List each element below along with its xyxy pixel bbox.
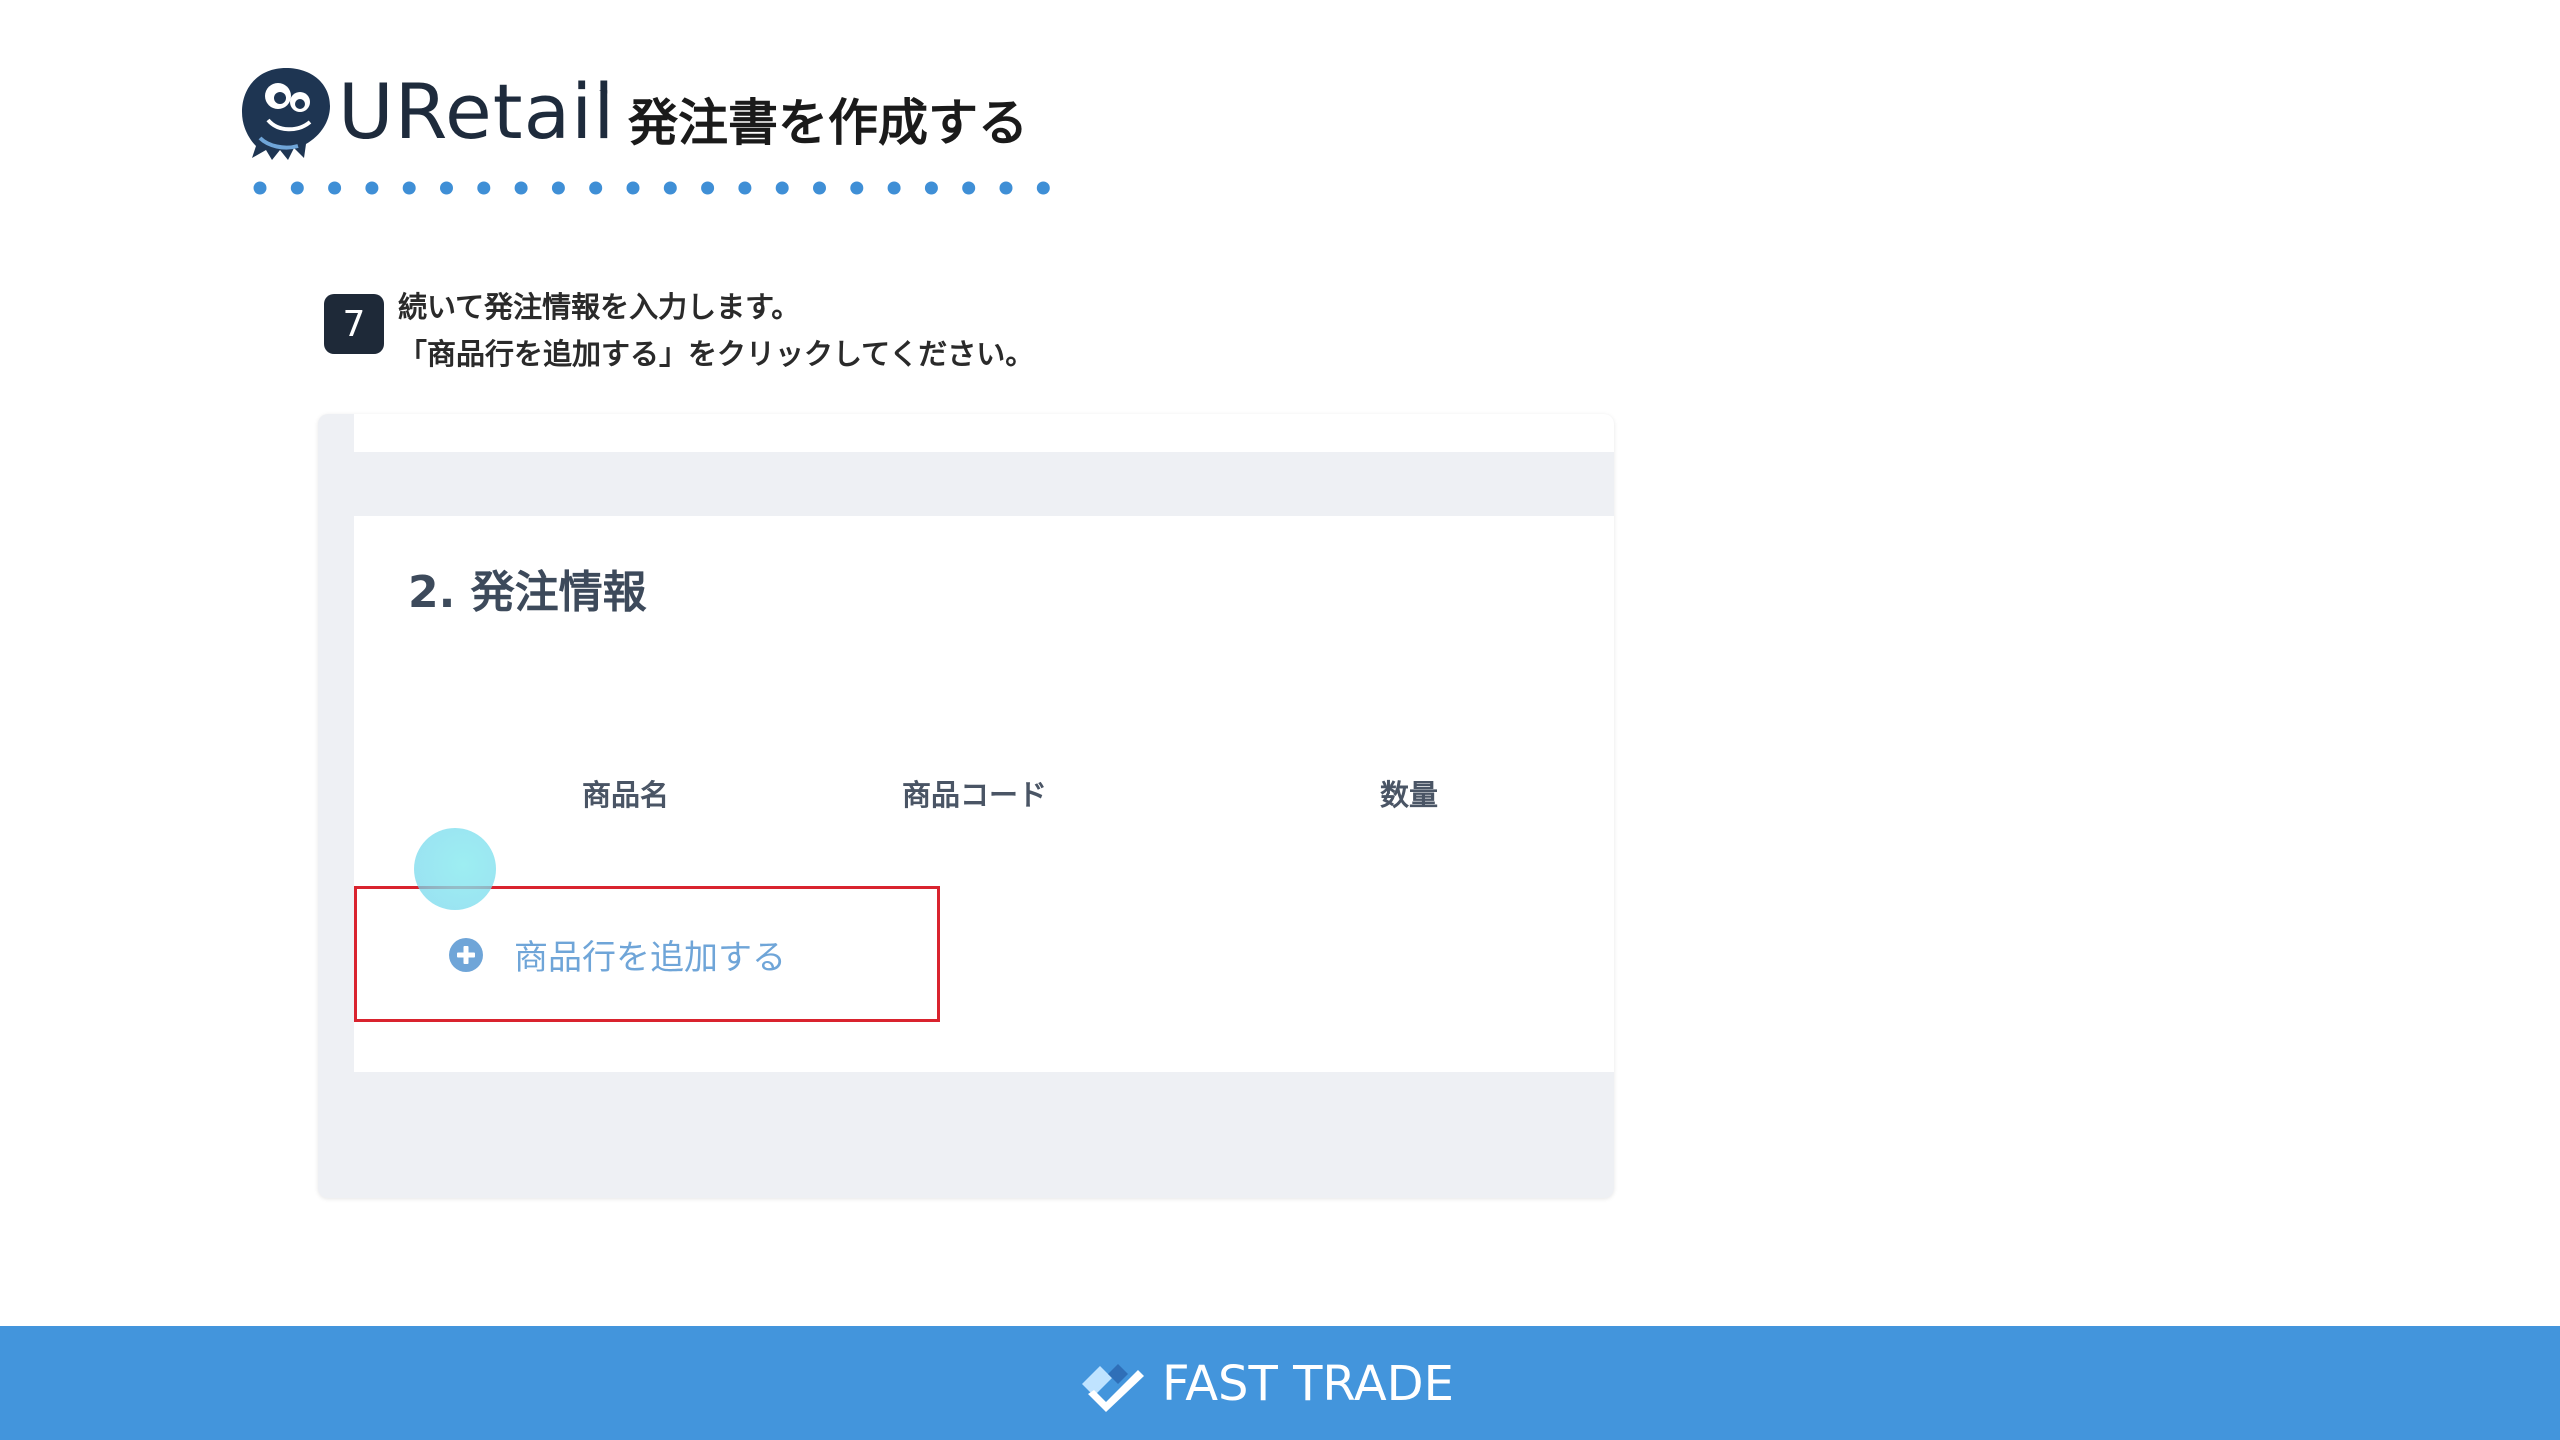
column-header-product-code: 商品コード: [902, 778, 1048, 812]
footer-brand-text: FAST TRADE: [1162, 1356, 1454, 1412]
divider-dot: [924, 181, 938, 195]
divider-dot: [402, 181, 416, 195]
divider-dot: [775, 181, 789, 195]
step-instruction-line-1: 続いて発注情報を入力します。: [398, 290, 801, 324]
previous-section-strip: [354, 414, 1614, 452]
divider-dot: [514, 181, 528, 195]
divider-dot: [962, 181, 976, 195]
plus-circle-icon: [449, 937, 483, 972]
add-product-row-label: 商品行を追加する: [514, 938, 786, 978]
fast-trade-logo-icon: [1082, 1364, 1144, 1412]
divider-dot: [663, 181, 677, 195]
divider-dot: [551, 181, 565, 195]
column-header-product-name: 商品名: [582, 778, 670, 812]
page-title: 発注書を作成する: [628, 94, 1028, 152]
divider-dot: [328, 181, 342, 195]
dotted-divider: [253, 181, 1050, 195]
divider-dot: [887, 181, 901, 195]
page: URetail ™ 発注書を作成する 7 続いて発注情報を入力します。 「商品行…: [0, 0, 2560, 1440]
order-info-card: 2. 発注情報 商品名 商品コード 数量 商品行を追加する: [354, 516, 1614, 1072]
footer-brand: FAST TRADE: [1078, 1354, 1454, 1414]
logo-text: URetail: [338, 67, 616, 156]
add-product-row-button[interactable]: 商品行を追加する: [448, 930, 786, 979]
divider-dot: [999, 181, 1013, 195]
column-header-quantity: 数量: [1380, 778, 1439, 812]
divider-dot: [701, 181, 715, 195]
divider-dot: [589, 181, 603, 195]
divider-dot: [1036, 181, 1050, 195]
divider-dot: [440, 181, 453, 195]
app-screenshot-panel: 2. 発注情報 商品名 商品コード 数量 商品行を追加する: [318, 414, 1614, 1198]
logo-trademark: ™: [598, 88, 610, 102]
divider-dot: [253, 181, 267, 195]
step-instruction-line-2: 「商品行を追加する」をクリックしてください。: [398, 337, 1035, 371]
divider-dot: [738, 181, 752, 195]
footer-bar: FAST TRADE: [0, 1326, 2560, 1440]
click-indicator: [414, 828, 496, 910]
divider-dot: [813, 181, 826, 195]
divider-dot: [850, 181, 864, 195]
step-number-badge: 7: [324, 294, 384, 354]
divider-dot: [365, 181, 379, 195]
section-title: 2. 発注情報: [408, 567, 647, 618]
step-instruction: 続いて発注情報を入力します。 「商品行を追加する」をクリックしてください。: [398, 284, 1034, 378]
divider-dot: [477, 181, 491, 195]
divider-dot: [626, 181, 640, 195]
divider-dot: [290, 181, 304, 195]
octopus-logo-icon: [242, 68, 330, 160]
